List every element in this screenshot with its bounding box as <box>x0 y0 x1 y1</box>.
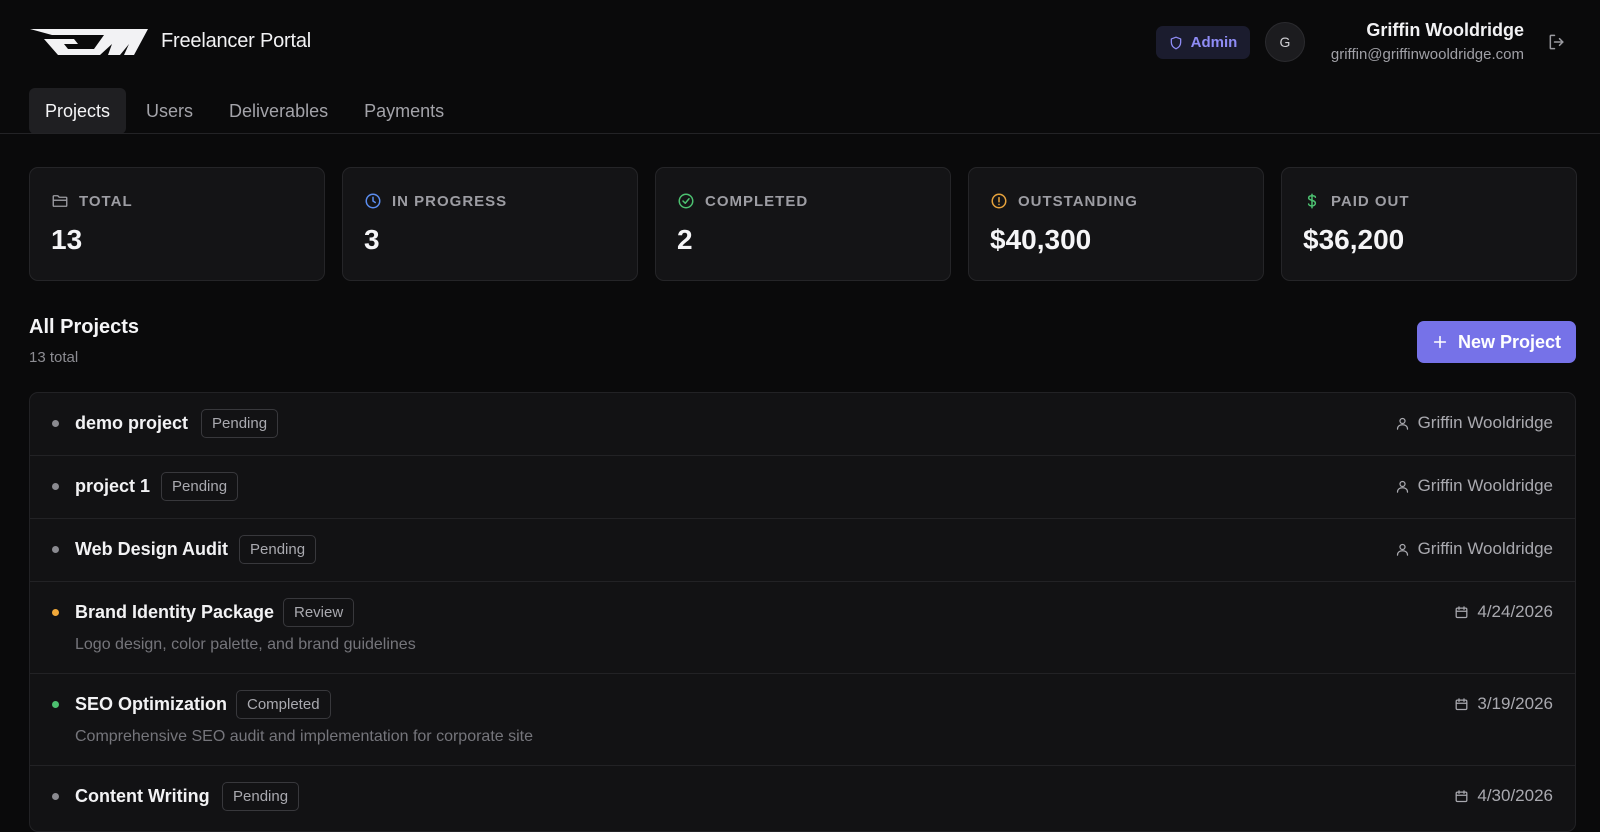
project-name: Brand Identity Package <box>75 602 275 622</box>
top-header: Freelancer Portal Admin G Griffin Wooldr… <box>0 0 1600 84</box>
dollar-icon <box>1307 193 1317 209</box>
project-row[interactable]: SEO Optimization Completed Comprehensive… <box>30 674 1575 766</box>
status-badge: Pending <box>161 472 239 501</box>
stat-value: $36,200 <box>1303 224 1405 255</box>
status-dot <box>52 420 59 427</box>
project-name: SEO Optimization <box>75 694 228 714</box>
project-name: Content Writing <box>75 786 210 806</box>
tab-projects[interactable]: Projects <box>29 88 127 134</box>
status-badge: Pending <box>201 409 279 438</box>
admin-role-badge: Admin <box>1156 26 1250 59</box>
stat-card-outstanding: OUTSTANDING $40,300 <box>968 167 1264 281</box>
project-row[interactable]: Web Design Audit Pending Griffin Wooldri… <box>30 519 1575 582</box>
status-badge: Pending <box>222 782 300 811</box>
project-row[interactable]: project 1 Pending Griffin Wooldridge <box>30 456 1575 519</box>
stat-label: OUTSTANDING <box>1018 192 1138 210</box>
project-due-date: 4/24/2026 <box>1477 602 1553 621</box>
calendar-icon <box>1455 697 1468 710</box>
stat-card-in-progress: IN PROGRESS 3 <box>342 167 638 281</box>
stat-card-completed: COMPLETED 2 <box>655 167 951 281</box>
admin-badge-label: Admin <box>1190 34 1238 51</box>
user-icon <box>1396 480 1408 493</box>
stats-row: TOTAL 13 IN PROGRESS 3 COMPLETED 2 OUTST… <box>29 167 1577 281</box>
project-list: demo project Pending Griffin Wooldridge … <box>29 392 1576 832</box>
section-title: All Projects <box>29 316 140 338</box>
nav-tabs: Projects Users Deliverables Payments <box>29 88 460 134</box>
project-count: 13 total <box>29 349 79 366</box>
project-name: Web Design Audit <box>75 539 228 559</box>
gw-logo[interactable] <box>30 27 148 57</box>
check-circle-icon <box>678 193 694 209</box>
calendar-icon <box>1455 605 1468 618</box>
status-dot <box>52 483 59 490</box>
user-icon <box>1396 417 1408 430</box>
status-dot <box>52 701 59 708</box>
plus-icon <box>1433 335 1447 349</box>
app-title: Freelancer Portal <box>161 30 311 52</box>
stat-value: 2 <box>677 224 693 255</box>
clock-icon <box>365 193 381 209</box>
project-owner: Griffin Wooldridge <box>1417 476 1553 495</box>
tab-users[interactable]: Users <box>130 88 209 134</box>
user-email: griffin@griffinwooldridge.com <box>1330 46 1524 63</box>
project-row[interactable]: Brand Identity Package Review Logo desig… <box>30 582 1575 674</box>
project-owner: Griffin Wooldridge <box>1417 539 1553 558</box>
new-project-label: New Project <box>1457 331 1562 352</box>
status-badge: Completed <box>236 690 331 719</box>
stat-label: IN PROGRESS <box>392 192 508 210</box>
user-icon <box>1396 543 1408 556</box>
project-owner: Griffin Wooldridge <box>1417 413 1553 432</box>
stat-card-total: TOTAL 13 <box>29 167 325 281</box>
stat-value: 13 <box>51 224 83 255</box>
project-name: demo project <box>75 413 189 433</box>
folder-icon <box>52 195 68 207</box>
project-row[interactable]: Content Writing Pending 4/30/2026 <box>30 766 1575 831</box>
calendar-icon <box>1455 789 1468 802</box>
stat-label: TOTAL <box>79 192 133 210</box>
stat-card-paid-out: PAID OUT $36,200 <box>1281 167 1577 281</box>
shield-icon <box>1170 36 1181 49</box>
project-due-date: 4/30/2026 <box>1477 786 1553 805</box>
stat-value: $40,300 <box>990 224 1092 255</box>
project-description: Comprehensive SEO audit and implementati… <box>75 728 534 745</box>
project-due-date: 3/19/2026 <box>1477 694 1553 713</box>
project-row[interactable]: demo project Pending Griffin Wooldridge <box>30 393 1575 456</box>
tabs-divider <box>0 133 1600 134</box>
project-description: Logo design, color palette, and brand gu… <box>75 636 416 653</box>
stat-label: COMPLETED <box>705 192 809 210</box>
status-badge: Review <box>283 598 355 627</box>
alert-circle-icon <box>991 193 1007 209</box>
tab-deliverables[interactable]: Deliverables <box>213 88 344 134</box>
status-badge: Pending <box>239 535 317 564</box>
tab-payments[interactable]: Payments <box>348 88 460 134</box>
logout-icon[interactable] <box>1547 32 1567 52</box>
new-project-button[interactable]: New Project <box>1417 321 1576 363</box>
project-name: project 1 <box>75 476 151 496</box>
stat-label: PAID OUT <box>1331 192 1410 210</box>
avatar[interactable]: G <box>1265 22 1305 62</box>
status-dot <box>52 793 59 800</box>
user-name: Griffin Wooldridge <box>1366 20 1524 40</box>
status-dot <box>52 546 59 553</box>
stat-value: 3 <box>364 224 380 255</box>
status-dot <box>52 609 59 616</box>
